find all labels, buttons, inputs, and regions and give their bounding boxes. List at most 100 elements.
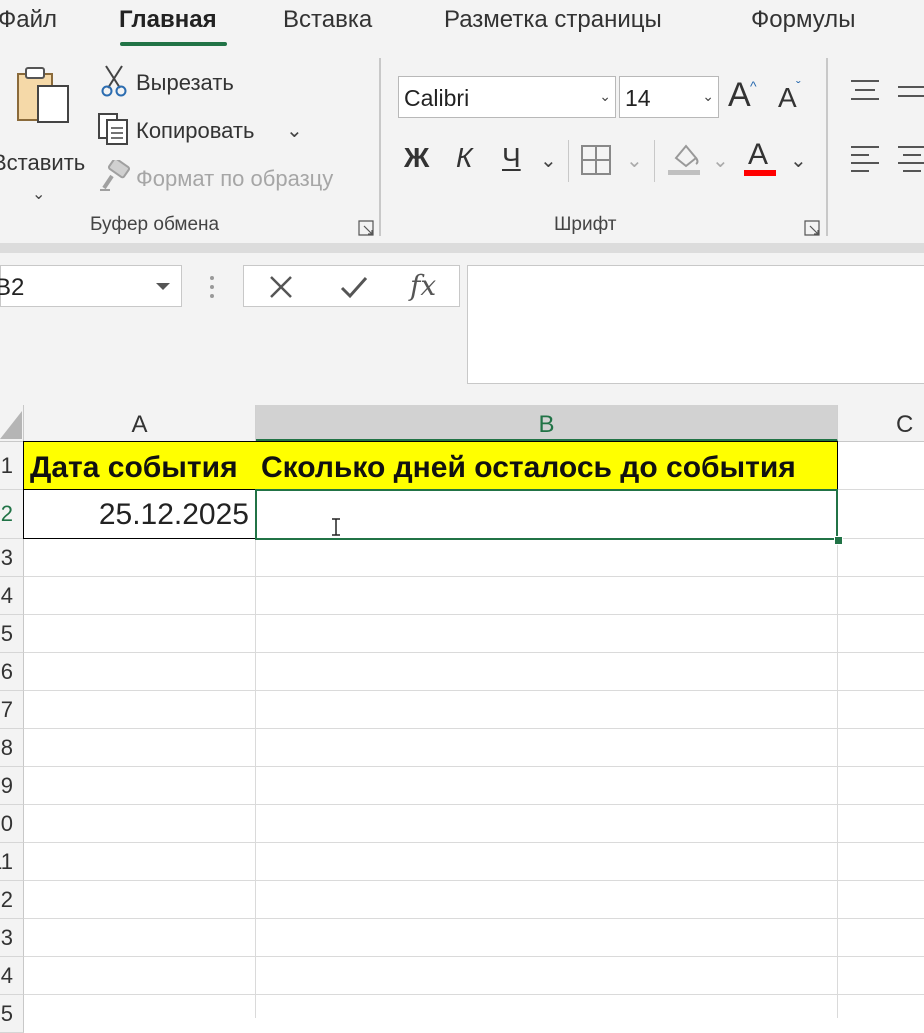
align-left-icon[interactable] — [851, 144, 881, 174]
row-header-11[interactable]: 11 — [0, 843, 24, 881]
font-color-dropdown-icon[interactable]: ⌄ — [790, 148, 807, 173]
borders-icon[interactable] — [580, 144, 612, 176]
row-number: 13 — [0, 924, 13, 950]
row-header-4[interactable]: 4 — [0, 577, 24, 615]
clipboard-dialog-launcher-icon[interactable] — [358, 220, 374, 236]
format-painter-button[interactable]: Формат по образцу — [136, 166, 333, 192]
row-number: 3 — [0, 544, 13, 570]
font-name-value: Calibri — [404, 85, 470, 111]
row-header-12[interactable]: 12 — [0, 881, 24, 919]
paste-icon — [17, 67, 69, 123]
formula-input[interactable] — [467, 265, 924, 384]
font-size-dropdown-icon: ⌄ — [702, 88, 714, 104]
column-header-a[interactable]: A — [24, 405, 256, 442]
formula-buttons: fx — [243, 265, 460, 307]
font-size-value: 14 — [625, 85, 651, 111]
row-number: 14 — [0, 962, 13, 988]
fill-color-dropdown-icon[interactable]: ⌄ — [712, 148, 729, 173]
cancel-icon[interactable] — [268, 274, 294, 300]
row-header-15[interactable]: 15 — [0, 995, 24, 1033]
fill-handle[interactable] — [834, 536, 843, 545]
font-color-button[interactable]: A — [744, 138, 778, 178]
row-number: 7 — [0, 696, 13, 722]
cell-b1[interactable]: Сколько дней осталось до события — [255, 441, 838, 490]
row-header-3[interactable]: 3 — [0, 539, 24, 577]
copy-dropdown-icon[interactable]: ⌄ — [286, 118, 303, 143]
decrease-font-size-button[interactable]: A ˇ — [778, 78, 810, 118]
tab-file[interactable]: Файл — [0, 6, 57, 34]
group-divider — [379, 58, 381, 236]
name-box-dropdown-icon[interactable] — [155, 282, 171, 292]
row-header-10[interactable]: 10 — [0, 805, 24, 843]
underline-dropdown-icon[interactable]: ⌄ — [540, 148, 557, 173]
gridline — [24, 918, 924, 919]
copy-button[interactable]: Копировать — [136, 118, 254, 144]
row-header-8[interactable]: 8 — [0, 729, 24, 767]
row-number: 12 — [0, 886, 13, 912]
gridline — [24, 766, 924, 767]
caret-up-icon: ^ — [750, 78, 757, 94]
enter-icon[interactable] — [340, 274, 368, 300]
bold-button[interactable]: Ж — [404, 142, 429, 174]
font-size-select[interactable]: 14 ⌄ — [619, 76, 719, 118]
row-header-13[interactable]: 13 — [0, 919, 24, 957]
align-middle-icon[interactable] — [898, 84, 924, 110]
increase-font-size-icon: A — [728, 76, 751, 114]
row-header-2[interactable]: 2 — [0, 490, 24, 539]
tab-formulas[interactable]: Формулы — [751, 6, 855, 34]
row-number: 5 — [0, 620, 13, 646]
font-name-dropdown-icon: ⌄ — [599, 88, 611, 104]
font-group-label: Шрифт — [554, 214, 617, 235]
row-header-7[interactable]: 7 — [0, 691, 24, 729]
copy-icon — [98, 113, 128, 145]
row-number: 9 — [0, 772, 13, 798]
paste-label: Вставить — [0, 150, 86, 175]
paste-button[interactable]: Вставить ⌄ — [0, 62, 90, 203]
increase-font-size-button[interactable]: A ^ — [728, 76, 764, 118]
row-header-6[interactable]: 6 — [0, 653, 24, 691]
paste-dropdown-icon[interactable]: ⌄ — [32, 184, 45, 204]
fill-color-icon[interactable] — [668, 142, 702, 176]
scissors-icon — [101, 65, 127, 97]
format-painter-icon — [100, 160, 131, 191]
tab-home[interactable]: Главная — [119, 6, 217, 34]
font-name-select[interactable]: Calibri ⌄ — [398, 76, 616, 118]
row-number: 8 — [0, 734, 13, 760]
group-divider — [826, 58, 828, 236]
ribbon-tabs: Файл Главная Вставка Разметка страницы Ф… — [0, 0, 924, 48]
column-header-c[interactable]: C — [838, 405, 924, 442]
column-header-b[interactable]: B — [256, 405, 838, 442]
tab-page-layout[interactable]: Разметка страницы — [444, 6, 662, 34]
row-number: 1 — [0, 452, 13, 478]
tab-insert[interactable]: Вставка — [283, 6, 372, 34]
borders-dropdown-icon[interactable]: ⌄ — [626, 148, 643, 173]
gridline — [24, 956, 924, 957]
select-all-corner[interactable] — [0, 405, 24, 442]
row-number: 15 — [0, 1000, 13, 1026]
insert-function-button[interactable]: fx — [410, 269, 436, 302]
divider — [654, 140, 655, 182]
row-number: 10 — [0, 810, 13, 836]
gridline — [24, 690, 924, 691]
name-box-value: B2 — [0, 274, 25, 301]
cut-button[interactable]: Вырезать — [136, 70, 234, 96]
align-center-icon[interactable] — [898, 144, 924, 174]
underline-button[interactable]: Ч — [502, 142, 521, 174]
cell-a1[interactable]: Дата события — [23, 441, 256, 490]
cell-a2[interactable]: 25.12.2025 — [23, 489, 256, 539]
row-header-1[interactable]: 1 — [0, 442, 24, 490]
name-box[interactable]: B2 — [0, 265, 182, 307]
row-header-9[interactable]: 9 — [0, 767, 24, 805]
gridline — [24, 880, 924, 881]
italic-button[interactable]: К — [456, 142, 473, 174]
gridline — [24, 576, 924, 577]
row-header-5[interactable]: 5 — [0, 615, 24, 653]
formula-bar-grip-icon[interactable] — [210, 276, 214, 298]
row-header-14[interactable]: 14 — [0, 957, 24, 995]
gridline — [24, 728, 924, 729]
align-top-icon[interactable] — [851, 78, 881, 104]
text-cursor-icon — [332, 518, 340, 536]
font-dialog-launcher-icon[interactable] — [804, 220, 820, 236]
gridline — [24, 804, 924, 805]
active-tab-indicator — [120, 42, 227, 46]
